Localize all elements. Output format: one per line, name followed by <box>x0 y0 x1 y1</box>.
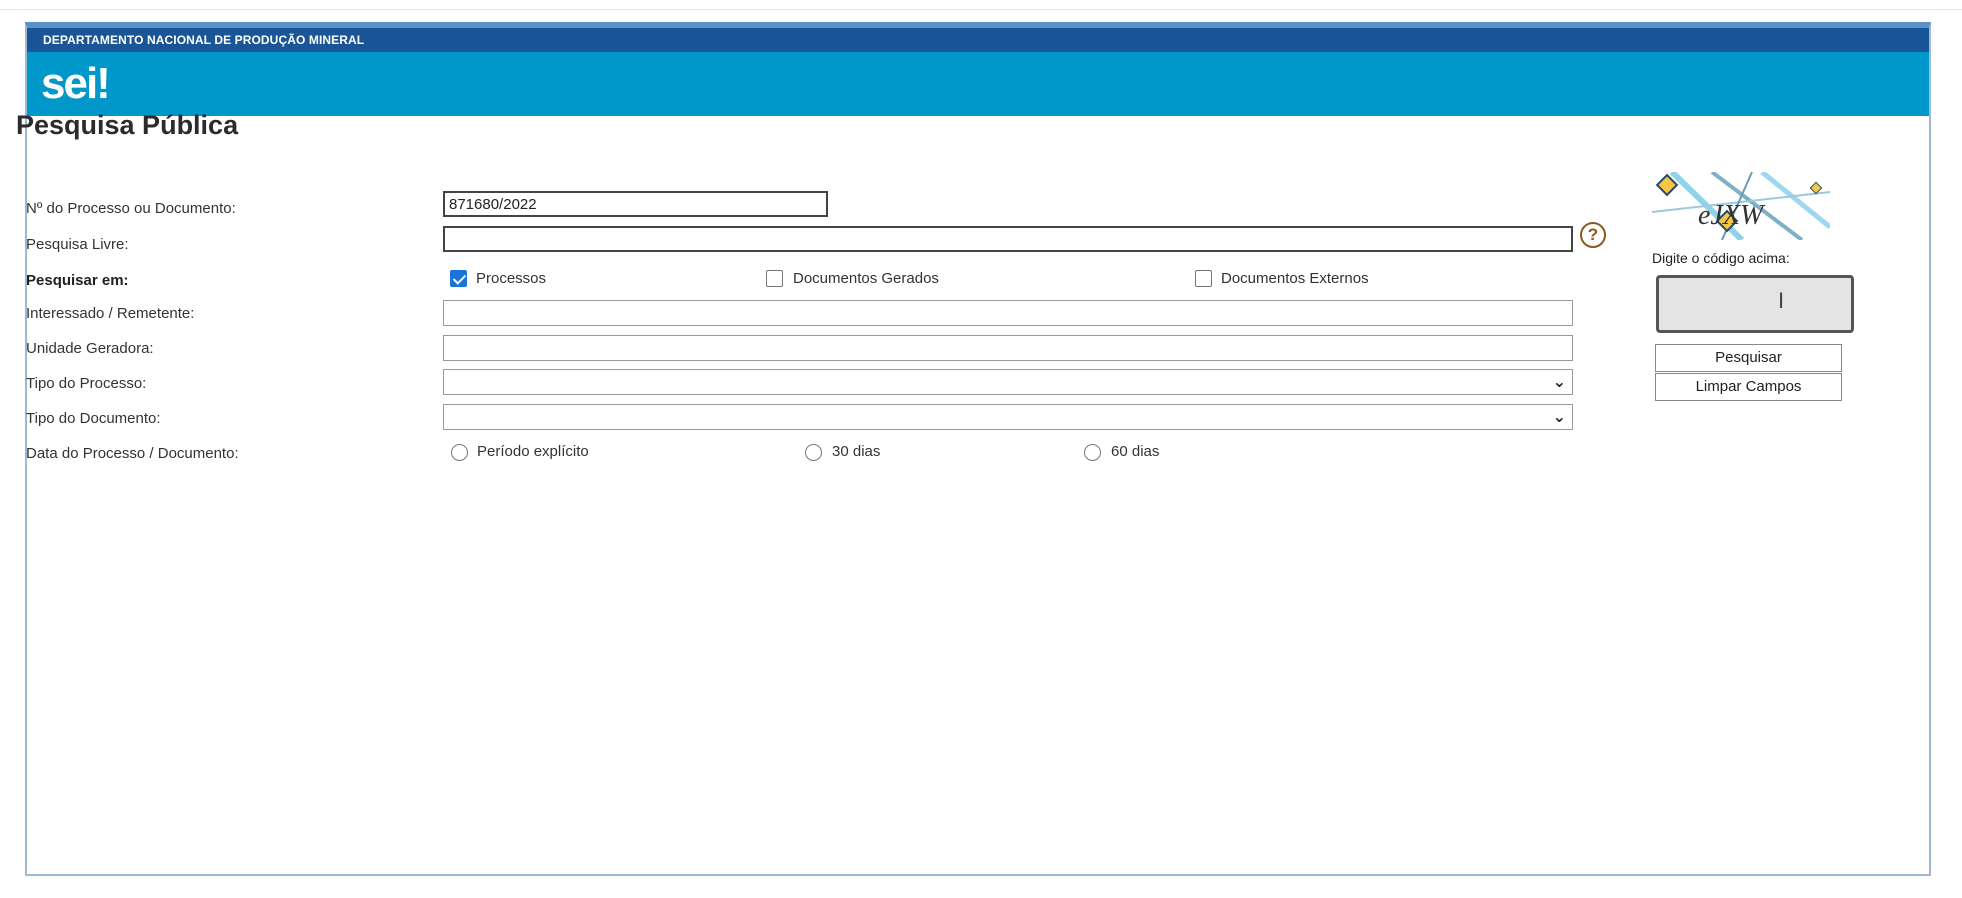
process-type-label: Tipo do Processo: <box>26 375 147 392</box>
60-dias-label: 60 dias <box>1111 443 1160 460</box>
60-dias-radio[interactable] <box>1084 444 1101 461</box>
captcha-input[interactable] <box>1656 275 1854 333</box>
search-in-label: Pesquisar em: <box>26 272 129 289</box>
periodo-explicito-radio[interactable] <box>451 444 468 461</box>
pesquisar-button[interactable]: Pesquisar <box>1655 344 1842 372</box>
unit-label: Unidade Geradora: <box>26 340 154 357</box>
captcha-prompt: Digite o código acima: <box>1652 250 1790 266</box>
help-circle-icon[interactable]: ? <box>1580 222 1606 248</box>
text-cursor-icon: Ι <box>1778 288 1785 313</box>
document-type-select[interactable]: ⌄ <box>443 404 1573 430</box>
interested-input[interactable] <box>443 300 1573 326</box>
sei-logo[interactable]: sei! <box>41 60 111 108</box>
captcha-text: eJXW <box>1698 200 1766 231</box>
documentos-externos-checkbox[interactable] <box>1195 270 1212 287</box>
unit-input[interactable] <box>443 335 1573 361</box>
process-type-select[interactable]: ⌄ <box>443 369 1573 395</box>
documentos-gerados-checkbox[interactable] <box>766 270 783 287</box>
documentos-gerados-label: Documentos Gerados <box>793 270 939 287</box>
browser-top-strip <box>0 0 1962 10</box>
page-frame: DEPARTAMENTO NACIONAL DE PRODUÇÃO MINERA… <box>25 22 1931 876</box>
free-search-input[interactable] <box>443 226 1573 252</box>
brand-bar: sei! <box>27 52 1929 116</box>
free-search-label: Pesquisa Livre: <box>26 236 129 253</box>
documentos-externos-label: Documentos Externos <box>1221 270 1369 287</box>
interested-label: Interessado / Remetente: <box>26 305 195 322</box>
date-label: Data do Processo / Documento: <box>26 445 239 462</box>
processos-label: Processos <box>476 270 547 287</box>
chevron-down-icon: ⌄ <box>1552 374 1566 391</box>
limpar-campos-button[interactable]: Limpar Campos <box>1655 373 1842 401</box>
chevron-down-icon: ⌄ <box>1552 409 1566 426</box>
captcha-graphic: eJXW <box>1652 172 1830 240</box>
process-number-input[interactable] <box>443 191 828 217</box>
captcha-image: eJXW <box>1652 172 1830 240</box>
30-dias-radio[interactable] <box>805 444 822 461</box>
org-name-bar: DEPARTAMENTO NACIONAL DE PRODUÇÃO MINERA… <box>27 28 1929 52</box>
processos-checkbox[interactable] <box>450 270 467 287</box>
30-dias-label: 30 dias <box>832 443 881 460</box>
document-type-label: Tipo do Documento: <box>26 410 161 427</box>
process-number-label: Nº do Processo ou Documento: <box>26 200 236 217</box>
periodo-explicito-label: Período explícito <box>477 443 589 460</box>
page-title: Pesquisa Pública <box>16 110 239 140</box>
